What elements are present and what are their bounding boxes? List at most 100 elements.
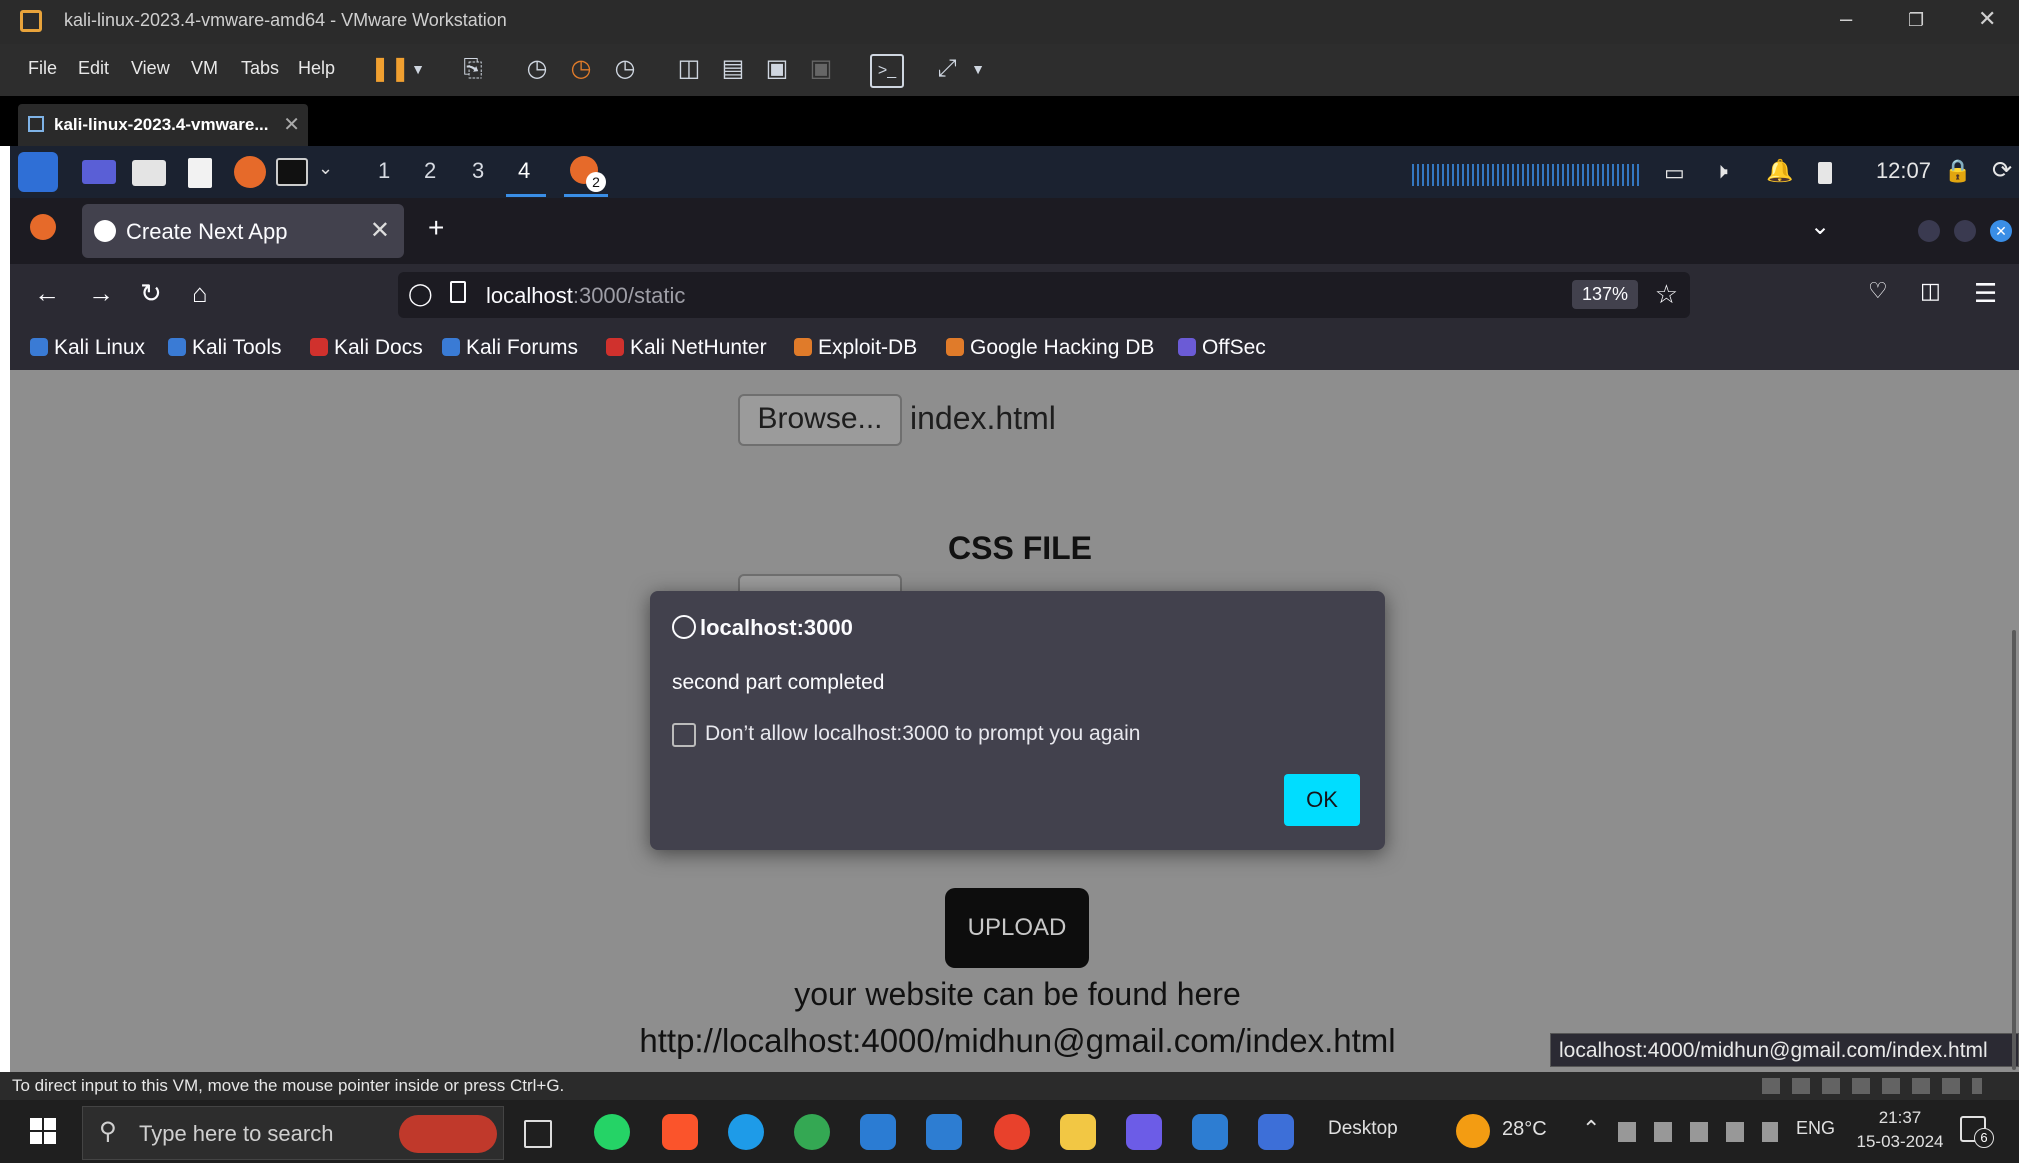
close-icon[interactable]: ✕ [370, 216, 390, 245]
close-icon[interactable]: ✕ [283, 112, 300, 137]
firefox-icon[interactable] [234, 156, 266, 188]
menu-view[interactable]: View [131, 58, 170, 79]
chevron-down-icon[interactable]: ⌄ [318, 158, 333, 179]
file-manager-icon[interactable] [132, 160, 166, 186]
bookmark-google-hacking-db[interactable]: Google Hacking DB [946, 336, 1154, 360]
edge-icon[interactable] [728, 1114, 764, 1150]
upload-button[interactable]: UPLOAD [945, 888, 1089, 968]
stretch-icon[interactable]: ⤢ [932, 54, 962, 84]
bookmark-offsec[interactable]: OffSec [1178, 336, 1266, 360]
taskbar-clock[interactable]: 21:37 15-03-2024 [1850, 1106, 1950, 1154]
battery-icon[interactable] [1818, 162, 1832, 184]
new-tab-button[interactable]: + [428, 212, 444, 244]
workspace-2[interactable]: 2 [424, 158, 436, 184]
menu-tabs[interactable]: Tabs [241, 58, 279, 79]
page-scrollbar[interactable] [2012, 630, 2016, 1070]
shield-icon[interactable]: ◯ [408, 281, 433, 307]
text-editor-icon[interactable] [188, 158, 212, 188]
vpn-icon[interactable] [1126, 1114, 1162, 1150]
url-bar[interactable]: ◯ localhost:3000/static 137% ☆ [398, 272, 1690, 318]
link-status-tooltip: localhost:4000/midhun@gmail.com/index.ht… [1550, 1033, 2019, 1067]
bookmark-kali-docs[interactable]: Kali Docs [310, 336, 423, 360]
language-indicator[interactable]: ENG [1796, 1118, 1835, 1139]
console-view-icon[interactable]: >_ [870, 54, 904, 88]
full-screen-icon[interactable]: ▣ [762, 54, 792, 84]
tray-icons[interactable] [1618, 1122, 1778, 1142]
ok-button[interactable]: OK [1284, 774, 1360, 826]
pocket-icon[interactable]: ♡ [1868, 278, 1888, 304]
bookmark-kali-tools[interactable]: Kali Tools [168, 336, 282, 360]
browser-tab-active[interactable]: Create Next App ✕ [82, 204, 404, 258]
bookmark-kali-nethunter[interactable]: Kali NetHunter [606, 336, 767, 360]
bookmark-kali-linux[interactable]: Kali Linux [30, 336, 145, 360]
snapshot-icon[interactable]: ◷ [522, 54, 552, 84]
close-window-button[interactable]: ✕ [1978, 6, 1996, 32]
store-icon[interactable] [860, 1114, 896, 1150]
bookmark-label: Kali Tools [192, 336, 282, 359]
dont-allow-checkbox[interactable] [672, 723, 696, 747]
forward-icon[interactable]: → [88, 278, 114, 309]
firefox-view-icon[interactable] [30, 214, 56, 240]
back-icon[interactable]: ← [34, 278, 60, 309]
reload-icon[interactable]: ↻ [140, 278, 162, 309]
menu-help[interactable]: Help [298, 58, 335, 79]
vmware-taskbar-icon[interactable] [1192, 1114, 1228, 1150]
exploit-db-icon [794, 338, 812, 356]
thumbnail-bar-icon[interactable]: ▤ [718, 54, 748, 84]
stretch-dropdown-icon[interactable]: ▼ [963, 54, 993, 84]
chevron-up-icon[interactable]: ⌃ [1582, 1116, 1600, 1142]
minimize-browser-button[interactable] [1918, 220, 1940, 242]
restore-button[interactable]: ❐ [1908, 10, 1924, 31]
revert-snapshot-icon[interactable]: ◷ [566, 54, 596, 84]
dropdown-icon[interactable]: ▼ [403, 54, 433, 84]
page-icon[interactable] [450, 281, 466, 303]
minimize-button[interactable]: – [1840, 6, 1852, 32]
weather-temperature[interactable]: 28°C [1502, 1118, 1547, 1141]
bookmark-exploit-db[interactable]: Exploit-DB [794, 336, 917, 360]
vmware-vm-tab[interactable]: kali-linux-2023.4-vmware... ✕ [18, 104, 308, 146]
display-icon[interactable]: ▭ [1664, 160, 1685, 186]
unity-icon[interactable]: ▣ [806, 54, 836, 84]
maximize-browser-button[interactable] [1954, 220, 1976, 242]
url-text[interactable]: localhost:3000/static [486, 283, 685, 309]
mail-icon[interactable] [926, 1114, 962, 1150]
zoom-level-badge[interactable]: 137% [1571, 280, 1638, 309]
sidebar-toggle-icon[interactable]: ◫ [674, 54, 704, 84]
workspace-3[interactable]: 3 [472, 158, 484, 184]
app-icon[interactable] [1258, 1114, 1294, 1150]
workspace-1[interactable]: 1 [378, 158, 390, 184]
bookmark-star-icon[interactable]: ☆ [1655, 279, 1678, 310]
bookmark-kali-forums[interactable]: Kali Forums [442, 336, 578, 360]
lock-icon[interactable]: 🔒 [1944, 158, 1971, 184]
panel-clock[interactable]: 12:07 [1876, 158, 1931, 184]
wps-office-icon[interactable] [994, 1114, 1030, 1150]
windows-start-icon[interactable] [30, 1118, 56, 1144]
dont-allow-checkbox-label[interactable]: Don’t allow localhost:3000 to prompt you… [705, 722, 1140, 746]
desktop-toolbar-label[interactable]: Desktop [1328, 1118, 1398, 1140]
power-icon[interactable]: ⟳ [1992, 156, 2012, 185]
menu-file[interactable]: File [28, 58, 57, 79]
menu-edit[interactable]: Edit [78, 58, 109, 79]
snapshot-manager-icon[interactable]: ◷ [610, 54, 640, 84]
home-icon[interactable]: ⌂ [192, 278, 208, 309]
send-ctrl-alt-del-icon[interactable]: ⎘ [458, 54, 488, 84]
whatsapp-icon[interactable] [594, 1114, 630, 1150]
kali-menu-icon[interactable] [18, 152, 58, 192]
bell-icon[interactable]: 🔔 [1766, 158, 1793, 184]
list-all-tabs-icon[interactable]: ⌄ [1810, 212, 1830, 241]
extensions-icon[interactable]: ◫ [1920, 278, 1941, 304]
chrome-icon[interactable] [794, 1114, 830, 1150]
task-view-icon[interactable] [524, 1120, 552, 1148]
desktop-icon[interactable] [82, 160, 116, 184]
close-browser-button[interactable]: ✕ [1990, 220, 2012, 242]
terminal-icon[interactable] [276, 158, 308, 186]
menu-vm[interactable]: VM [191, 58, 218, 79]
hamburger-menu-icon[interactable]: ☰ [1974, 278, 1997, 309]
brave-icon[interactable] [662, 1114, 698, 1150]
html-file-browse-button[interactable]: Browse... [738, 394, 902, 446]
workspace-4[interactable]: 4 [518, 158, 530, 184]
taskbar-search-box[interactable]: ⚲ Type here to search [82, 1106, 504, 1160]
pause-icon[interactable]: ❚❚ [370, 54, 410, 84]
volume-icon[interactable]: 🕨 [1714, 158, 1728, 184]
file-explorer-icon[interactable] [1060, 1114, 1096, 1150]
